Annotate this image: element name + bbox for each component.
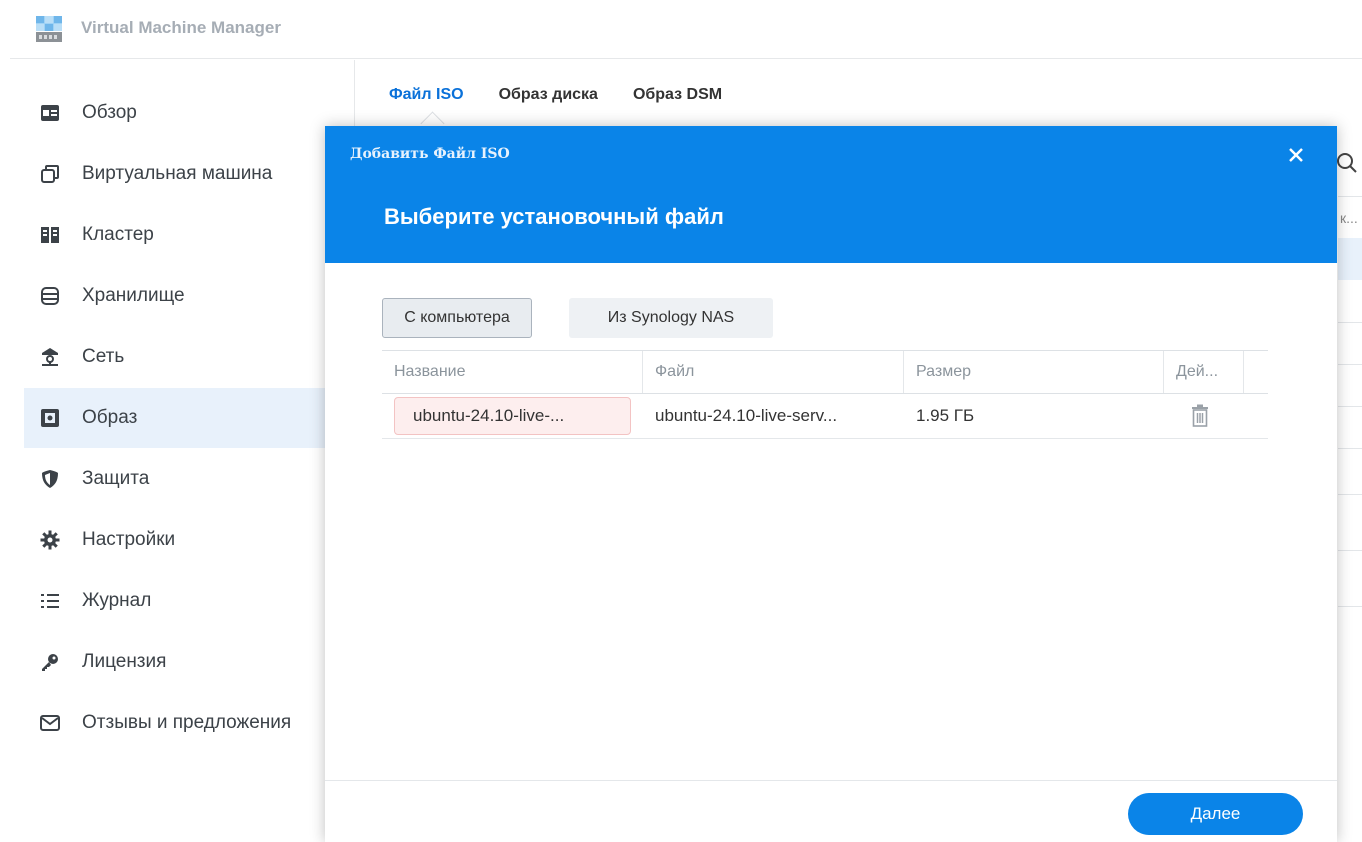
sidebar-item-label: Журнал [82,590,152,611]
dialog-heading: Выберите установочный файл [384,204,724,229]
overview-icon [39,102,61,124]
sidebar-item-settings[interactable]: Настройки [24,510,354,570]
dialog-header: Добавить Файл ISO Выберите установочный … [325,126,1337,263]
app-name: Virtual Machine Manager [81,18,281,37]
sidebar-item-virtual-machine[interactable]: Виртуальная машина [24,144,354,204]
sidebar-item-network[interactable]: Сеть [24,327,354,387]
sidebar-item-log[interactable]: Журнал [24,571,354,631]
sidebar-item-label: Лицензия [82,651,167,672]
table-header: Название Файл Размер Дей... [382,350,1268,394]
bg-divider [1338,494,1362,495]
mail-icon [39,712,61,734]
image-icon [39,407,61,429]
bg-selected-row [1338,238,1362,280]
dialog-title: Добавить Файл ISO [350,146,510,162]
sidebar-item-label: Образ [82,407,138,428]
bg-divider [1338,322,1362,323]
trash-icon[interactable] [1190,404,1210,428]
sidebar-item-storage[interactable]: Хранилище [24,266,354,326]
sidebar-item-label: Защита [82,468,150,489]
column-header-size[interactable]: Размер [916,363,971,381]
tab-iso-file[interactable]: Файл ISO [389,86,464,104]
image-tabs: Файл ISO Образ диска Образ DSM [389,86,757,104]
column-separator [1163,351,1164,393]
name-input[interactable]: ubuntu-24.10-live-... [394,397,631,435]
storage-icon [39,285,61,307]
bg-divider [1338,606,1362,607]
column-separator [1243,351,1244,393]
sidebar-item-overview[interactable]: Обзор [24,83,354,143]
sidebar-item-image[interactable]: Образ [24,388,354,448]
search-icon[interactable] [1336,152,1358,174]
footer-divider [325,780,1337,781]
bg-divider [1338,196,1362,197]
sidebar-item-label: Обзор [82,102,137,123]
bg-divider [1338,448,1362,449]
bg-divider [1338,550,1362,551]
from-synology-nas-button[interactable]: Из Synology NAS [569,298,773,338]
column-header-action[interactable]: Дей... [1176,363,1218,381]
shield-icon [39,468,61,490]
close-icon[interactable] [1285,144,1307,166]
sidebar-item-license[interactable]: Лицензия [24,632,354,692]
sidebar-item-protection[interactable]: Защита [24,449,354,509]
table-row[interactable]: ubuntu-24.10-live-... ubuntu-24.10-live-… [382,394,1268,439]
cluster-icon [39,224,61,246]
sidebar-item-label: Отзывы и предложения [82,712,292,733]
log-list-icon [39,590,61,612]
sidebar-item-label: Хранилище [82,285,185,306]
virtual-machine-icon [39,163,61,185]
title-divider [10,58,1362,59]
truncated-column-header: к... [1340,210,1358,226]
next-button[interactable]: Далее [1128,793,1303,835]
from-computer-button[interactable]: С компьютера [382,298,532,338]
gear-icon [39,529,61,551]
vmm-logo-icon [36,16,62,42]
sidebar-item-cluster[interactable]: Кластер [24,205,354,265]
tab-disk-image[interactable]: Образ диска [499,86,598,104]
network-icon [39,346,61,368]
sidebar-item-label: Сеть [82,346,125,367]
sidebar-item-label: Настройки [82,529,176,550]
size-cell: 1.95 ГБ [916,406,975,425]
iso-file-table: Название Файл Размер Дей... ubuntu-24.10… [382,350,1268,439]
bg-divider [1338,364,1362,365]
tab-dsm-image[interactable]: Образ DSM [633,86,722,104]
sidebar-item-feedback[interactable]: Отзывы и предложения [24,693,354,753]
column-separator [642,351,643,393]
bg-divider [1338,406,1362,407]
add-iso-dialog: Добавить Файл ISO Выберите установочный … [325,126,1337,842]
sidebar-item-label: Виртуальная машина [82,163,273,184]
sidebar-item-label: Кластер [82,224,154,245]
column-separator [903,351,904,393]
file-cell: ubuntu-24.10-live-serv... [655,406,838,425]
column-header-file[interactable]: Файл [655,363,694,381]
key-icon [39,651,61,673]
column-header-name[interactable]: Название [394,363,466,381]
app-title-bar: Virtual Machine Manager [0,0,1362,60]
sidebar: Обзор Виртуальная машина Кластер Хранили… [0,60,355,842]
